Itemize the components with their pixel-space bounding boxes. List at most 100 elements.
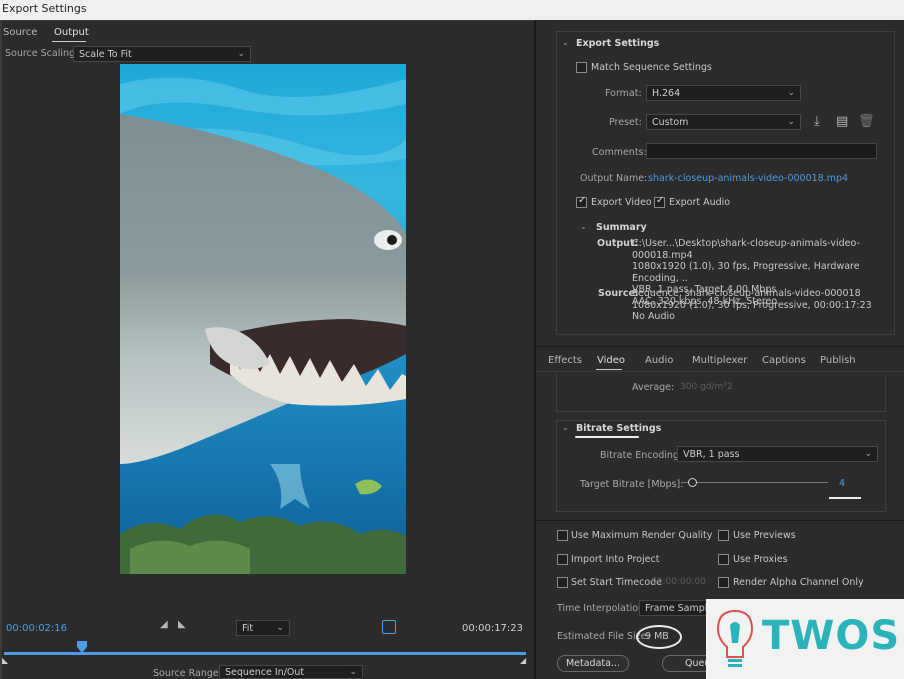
- source-range-label: Source Range:: [153, 668, 222, 679]
- max-render-quality-label: Use Maximum Render Quality: [571, 530, 713, 541]
- target-bitrate-slider[interactable]: [682, 482, 828, 483]
- output-name-link[interactable]: shark-closeup-animals-video-000018.mp4: [648, 173, 848, 184]
- time-interpolation-dropdown[interactable]: Frame Sampling: [639, 600, 709, 616]
- collapse-triangle-icon[interactable]: ⌄: [562, 38, 569, 47]
- delete-preset-icon[interactable]: 🗑: [858, 114, 875, 129]
- current-timecode[interactable]: 00:00:02:16: [6, 623, 67, 634]
- export-settings-header: Export Settings: [576, 38, 660, 49]
- in-point-marker-icon[interactable]: ◣: [2, 656, 8, 665]
- source-range-dropdown[interactable]: Sequence In/Out ⌄: [219, 665, 363, 679]
- match-sequence-checkbox[interactable]: [576, 62, 587, 73]
- bitrate-encoding-dropdown[interactable]: VBR, 1 pass ⌄: [677, 446, 878, 462]
- time-interpolation-label: Time Interpolation:: [557, 603, 648, 614]
- hdr-settings-box: [556, 374, 886, 412]
- chevron-down-icon: ⌄: [276, 623, 284, 633]
- bitrate-encoding-label: Bitrate Encoding:: [600, 450, 683, 461]
- export-audio-checkbox[interactable]: [654, 195, 665, 208]
- time-interpolation-value: Frame Sampling: [645, 603, 708, 614]
- tab-effects[interactable]: Effects: [548, 355, 582, 366]
- tab-output-underline: [52, 41, 86, 42]
- bitrate-header-underline: [575, 436, 639, 438]
- video-preview: [120, 64, 406, 574]
- chevron-down-icon: ⌄: [787, 117, 795, 127]
- set-start-timecode-checkbox[interactable]: [557, 577, 568, 588]
- tab-video-underline: [596, 369, 622, 370]
- fit-value: Fit: [242, 623, 254, 634]
- export-audio-label: Export Audio: [669, 197, 731, 208]
- output-name-label: Output Name:: [580, 173, 648, 184]
- chevron-down-icon: ⌄: [864, 449, 872, 459]
- tab-audio[interactable]: Audio: [645, 355, 673, 366]
- bitrate-settings-header: Bitrate Settings: [576, 423, 662, 434]
- source-scaling-label: Source Scaling:: [5, 48, 79, 59]
- use-previews-checkbox[interactable]: [718, 530, 729, 541]
- shark-video-frame: [120, 64, 406, 574]
- summary-header: Summary: [596, 222, 647, 233]
- lightbulb-logo-icon: [716, 609, 754, 667]
- comments-input[interactable]: [646, 143, 877, 159]
- metadata-button[interactable]: Metadata...: [557, 655, 629, 672]
- twos-watermark: TWOS: [706, 599, 904, 679]
- export-video-checkbox[interactable]: [576, 195, 587, 208]
- source-scaling-dropdown[interactable]: Scale To Fit ⌄: [73, 46, 251, 62]
- summary-source-line: 1080x1920 (1.0), 30 fps, Progressive, 00…: [632, 299, 872, 311]
- bottom-divider: [536, 520, 904, 521]
- summary-source-line: No Audio: [632, 311, 675, 322]
- comments-label: Comments:: [592, 147, 647, 158]
- chevron-down-icon: ⌄: [237, 49, 245, 59]
- preset-label: Preset:: [609, 117, 642, 128]
- target-bitrate-label: Target Bitrate [Mbps]:: [580, 479, 684, 490]
- collapse-triangle-icon[interactable]: ⌄: [562, 423, 569, 432]
- save-preset-icon[interactable]: ⤓: [814, 114, 820, 129]
- tab-multiplexer[interactable]: Multiplexer: [692, 355, 747, 366]
- chevron-down-icon: ⌄: [349, 667, 357, 677]
- format-dropdown[interactable]: H.264 ⌄: [646, 85, 801, 101]
- max-render-quality-checkbox[interactable]: [557, 530, 568, 541]
- tab-video[interactable]: Video: [597, 355, 625, 366]
- average-label: Average:: [632, 382, 675, 393]
- import-into-project-checkbox[interactable]: [557, 554, 568, 565]
- end-timecode: 00:00:17:23: [462, 623, 524, 634]
- file-size-highlight-circle: [636, 625, 682, 649]
- window-title: Export Settings: [2, 2, 87, 15]
- summary-output-line: 1080x1920 (1.0), 30 fps, Progressive, Ha…: [632, 261, 860, 284]
- window-titlebar: Export Settings: [0, 0, 904, 20]
- target-bitrate-value[interactable]: 4: [839, 478, 845, 489]
- use-proxies-label: Use Proxies: [733, 554, 788, 565]
- use-proxies-checkbox[interactable]: [718, 554, 729, 565]
- import-into-project-label: Import Into Project: [571, 554, 660, 565]
- chevron-down-icon: ⌄: [787, 88, 795, 98]
- format-value: H.264: [652, 88, 681, 99]
- bitrate-encoding-value: VBR, 1 pass: [683, 449, 740, 460]
- tab-output[interactable]: Output: [54, 27, 89, 38]
- export-video-label: Export Video: [591, 197, 652, 208]
- set-start-timecode-label: Set Start Timecode: [571, 577, 663, 588]
- set-in-point-icon[interactable]: ◢: [160, 619, 168, 630]
- collapse-triangle-icon[interactable]: ⌄: [580, 222, 587, 231]
- import-preset-icon[interactable]: ▤: [836, 114, 848, 129]
- tab-captions[interactable]: Captions: [762, 355, 806, 366]
- target-bitrate-slider-handle[interactable]: [688, 478, 697, 487]
- tab-publish[interactable]: Publish: [820, 355, 856, 366]
- tab-source[interactable]: Source: [3, 27, 37, 38]
- source-scaling-value: Scale To Fit: [79, 49, 132, 60]
- format-label: Format:: [605, 88, 642, 99]
- summary-source-line: Sequence, shark-closeup-animals-video-00…: [632, 288, 861, 299]
- render-alpha-label: Render Alpha Channel Only: [733, 577, 864, 588]
- source-range-value: Sequence In/Out: [225, 667, 305, 678]
- preset-dropdown[interactable]: Custom ⌄: [646, 114, 801, 130]
- preset-value: Custom: [652, 117, 689, 128]
- summary-source-lines: Sequence, shark-closeup-animals-video-00…: [632, 288, 894, 323]
- match-sequence-label: Match Sequence Settings: [591, 62, 712, 73]
- target-bitrate-underline: [829, 497, 861, 499]
- summary-output-line: C:\User...\Desktop\shark-closeup-animals…: [632, 238, 860, 261]
- playhead[interactable]: [77, 641, 88, 653]
- zoom-fit-dropdown[interactable]: Fit ⌄: [236, 620, 290, 636]
- out-point-marker-icon[interactable]: ◢: [520, 656, 526, 665]
- set-out-point-icon[interactable]: ◣: [178, 619, 186, 630]
- aspect-ratio-icon[interactable]: [382, 620, 396, 634]
- use-previews-label: Use Previews: [733, 530, 796, 541]
- start-timecode-value: 00:00:00:00: [651, 577, 706, 587]
- render-alpha-checkbox[interactable]: [718, 577, 729, 588]
- average-value: 300 gd/m²2: [680, 382, 733, 392]
